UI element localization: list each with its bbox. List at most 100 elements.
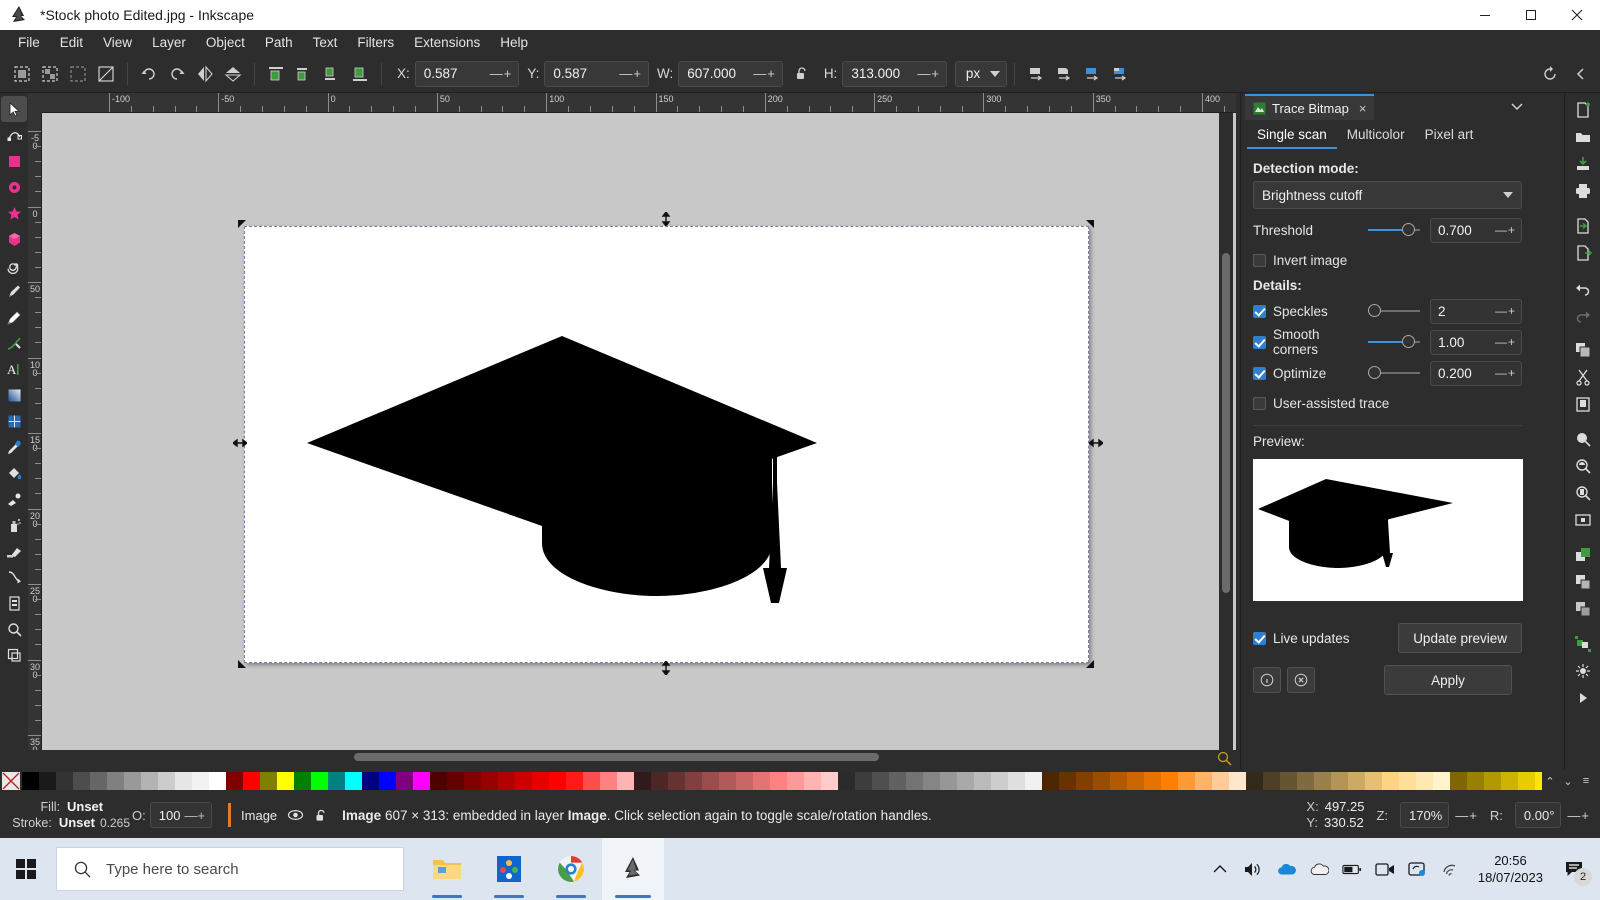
user-assisted-trace-row[interactable]: User-assisted trace [1253,391,1522,415]
palette-swatch[interactable] [685,772,702,790]
palette-swatch[interactable] [787,772,804,790]
rotate-90-cw-icon[interactable] [164,61,190,87]
clone-icon[interactable] [1569,569,1597,595]
user-assisted-trace-checkbox[interactable] [1253,397,1266,410]
menu-view[interactable]: View [93,32,142,53]
palette-swatch[interactable] [1501,772,1518,790]
maximize-button[interactable] [1508,0,1554,30]
camera-icon[interactable] [1375,859,1395,879]
show-hidden-icons-icon[interactable] [1210,859,1230,879]
palette-swatch[interactable] [260,772,277,790]
selection-handle[interactable] [660,661,671,672]
palette-swatch[interactable] [1433,772,1450,790]
w-stepper[interactable]: —+ [753,66,782,81]
palette-swatch[interactable] [1467,772,1484,790]
smooth-corners-stepper[interactable]: —+ [1495,335,1521,349]
deselect-icon[interactable] [65,61,91,87]
paste-icon[interactable] [1569,391,1597,417]
palette-swatch[interactable] [719,772,736,790]
mesh-tool[interactable] [1,408,27,434]
palette-swatch[interactable] [872,772,889,790]
palette-swatch[interactable] [1042,772,1059,790]
menu-extensions[interactable]: Extensions [404,32,490,53]
palette-swatch[interactable] [345,772,362,790]
palette-swatch[interactable] [1110,772,1127,790]
play-icon[interactable] [1569,685,1597,711]
palette-swatch[interactable] [549,772,566,790]
zoom-stepper[interactable]: —+ [1455,808,1478,823]
palette-swatch[interactable] [311,772,328,790]
palette-swatch[interactable] [328,772,345,790]
rotation-stepper[interactable]: —+ [1567,808,1590,823]
x-stepper[interactable]: —+ [490,66,519,81]
wifi-icon[interactable] [1441,859,1461,879]
palette-swatch[interactable] [702,772,719,790]
canvas[interactable] [42,113,1236,750]
palette-swatch[interactable] [1025,772,1042,790]
windows-start-icon[interactable] [0,838,52,900]
palette-swatch[interactable] [1229,772,1246,790]
measure-tool[interactable] [1,642,27,668]
selection-handle[interactable] [233,437,244,448]
palette-swatch[interactable] [1263,772,1280,790]
selection-handle[interactable] [1089,437,1100,448]
minimize-button[interactable] [1462,0,1508,30]
open-document-icon[interactable] [1569,124,1597,150]
palette-swatch[interactable] [294,772,311,790]
graduation-cap-silhouette[interactable] [297,318,837,638]
palette-swatch[interactable] [991,772,1008,790]
palette-swatch[interactable] [1212,772,1229,790]
selection-handle[interactable] [1083,219,1094,230]
scrollbar-thumb[interactable] [1222,253,1230,593]
battery-icon[interactable] [1342,859,1362,879]
speckles-field[interactable]: 2 —+ [1430,299,1522,324]
palette-swatch[interactable] [770,772,787,790]
lock-open-icon[interactable] [314,808,328,823]
palette-menu-icon[interactable]: ≡ [1578,775,1594,787]
palette-swatch[interactable] [617,772,634,790]
canvas-vertical-scrollbar[interactable] [1219,113,1233,750]
opacity-field[interactable]: 100 —+ [150,802,212,828]
palette-swatch[interactable] [1008,772,1025,790]
live-updates-checkbox[interactable] [1253,632,1266,645]
ellipse-tool[interactable] [1,174,27,200]
palette-swatch[interactable] [73,772,90,790]
palette-swatch[interactable] [1450,772,1467,790]
onedrive-icon[interactable] [1276,859,1296,879]
affect-gradients-icon[interactable] [1079,61,1105,87]
import-icon[interactable] [1569,213,1597,239]
tab-multicolor[interactable]: Multicolor [1337,124,1415,149]
color-palette[interactable]: ⌃ ⌄ ≡ [0,770,1600,792]
pen-tool[interactable] [1,304,27,330]
duplicate-icon[interactable] [1569,542,1597,568]
apply-button[interactable]: Apply [1384,665,1512,695]
palette-swatch[interactable] [1382,772,1399,790]
palette-swatch[interactable] [1280,772,1297,790]
flip-horizontal-icon[interactable] [192,61,218,87]
palette-swatch[interactable] [396,772,413,790]
palette-swatch[interactable] [226,772,243,790]
palette-swatch[interactable] [1314,772,1331,790]
palette-swatch[interactable] [90,772,107,790]
palette-swatch[interactable] [957,772,974,790]
tab-single-scan[interactable]: Single scan [1247,124,1337,149]
palette-swatch[interactable] [1348,772,1365,790]
palette-swatch[interactable] [838,772,855,790]
tweak-tool[interactable] [1,486,27,512]
palette-swatch[interactable] [668,772,685,790]
close-icon[interactable]: × [1359,101,1367,116]
vertical-ruler[interactable]: -50050100150200250300350 [28,113,42,750]
zoom-indicator-icon[interactable] [1216,750,1236,766]
paint-bucket-tool[interactable] [1,460,27,486]
export-icon[interactable] [1569,240,1597,266]
palette-swatch[interactable] [22,772,39,790]
raise-icon[interactable] [291,61,317,87]
palette-swatch[interactable] [906,772,923,790]
threshold-field[interactable]: 0.700 —+ [1430,218,1522,243]
palette-swatch[interactable] [1484,772,1501,790]
connector-tool[interactable] [1,564,27,590]
cloud-icon[interactable] [1309,859,1329,879]
redo-icon[interactable] [1569,302,1597,328]
print-icon[interactable] [1569,178,1597,204]
palette-swatch[interactable] [430,772,447,790]
